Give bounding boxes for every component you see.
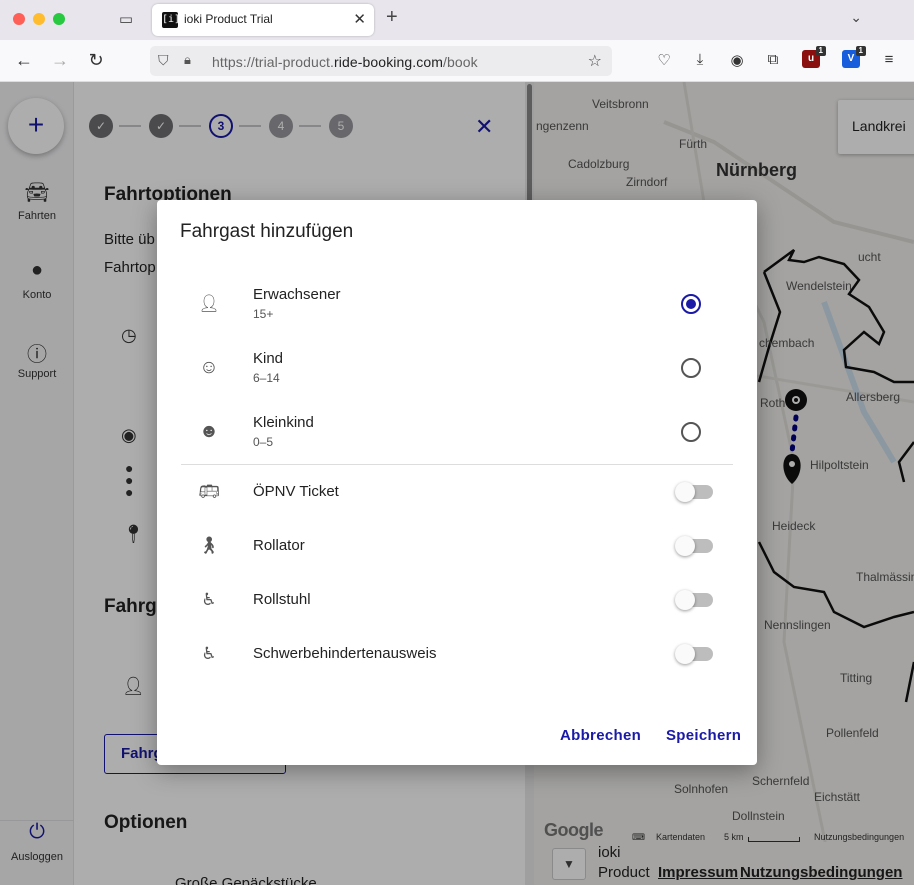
passenger-type-child[interactable]: ☺ Kind 6–14	[181, 340, 733, 396]
minimize-window-button[interactable]	[33, 13, 45, 25]
accessible-card-icon: ♿︎	[201, 644, 217, 663]
option-label: ÖPNV Ticket	[253, 483, 339, 500]
option-rollator[interactable]: 🚶︎ Rollator	[181, 518, 733, 574]
toggle-knob	[675, 482, 695, 502]
forward-arrow-icon[interactable]: →	[49, 50, 71, 71]
option-rollstuhl[interactable]: ♿︎ Rollstuhl	[181, 572, 733, 628]
option-label: Schwerbehindertenausweis	[253, 645, 437, 662]
url-text[interactable]: https://trial-product.ride-booking.com/b…	[212, 54, 478, 70]
wheelchair-icon: ♿︎	[201, 590, 217, 609]
ublock-extension-icon[interactable]: u1	[802, 46, 826, 68]
toggle-knob	[675, 644, 695, 664]
rollstuhl-toggle[interactable]	[675, 590, 713, 610]
passenger-type-label: Kind	[253, 350, 284, 367]
tab-list-chevron-icon[interactable]: ⌄	[850, 9, 862, 26]
pocket-icon[interactable]: ♡	[654, 51, 674, 69]
option-label: Rollstuhl	[253, 591, 311, 608]
child-face-icon: ☺	[199, 357, 219, 378]
oepnv-ticket-toggle[interactable]	[675, 482, 713, 502]
extensions-icon[interactable]: ⧉	[763, 51, 783, 68]
child-radio[interactable]	[681, 358, 701, 378]
zoom-window-button[interactable]	[53, 13, 65, 25]
close-tab-icon[interactable]: ✕	[353, 10, 366, 28]
passenger-type-label: Kleinkind	[253, 414, 314, 431]
dialog-title: Fahrgast hinzufügen	[180, 221, 354, 242]
passenger-type-toddler[interactable]: ☻ Kleinkind 0–5	[181, 404, 733, 460]
option-oepnv-ticket[interactable]: 🚌︎ ÖPNV Ticket	[181, 464, 733, 520]
passenger-age-label: 15+	[253, 307, 274, 321]
adult-radio[interactable]	[681, 294, 701, 314]
rollator-toggle[interactable]	[675, 536, 713, 556]
schwerbehindertenausweis-toggle[interactable]	[675, 644, 713, 664]
passenger-type-label: Erwachsener	[253, 286, 341, 303]
add-passenger-dialog: Fahrgast hinzufügen 👤︎ Erwachsener 15+ ☺…	[157, 200, 757, 765]
save-button[interactable]: Speichern	[666, 727, 741, 744]
toggle-knob	[675, 536, 695, 556]
ticket-icon: 🚌︎	[198, 482, 220, 501]
bitwarden-extension-icon[interactable]: V1	[842, 46, 866, 68]
toggle-knob	[675, 590, 695, 610]
menu-hamburger-icon[interactable]: ≡	[879, 51, 899, 68]
bookmark-star-icon[interactable]: ☆	[588, 51, 602, 71]
browser-tabbar: ▭ [i] ioki Product Trial ✕ + ⌄	[0, 0, 914, 40]
person-icon: 👤︎	[198, 294, 220, 313]
reload-icon[interactable]: ↻	[85, 50, 107, 71]
option-label: Rollator	[253, 537, 305, 554]
back-arrow-icon[interactable]: ←	[13, 50, 35, 71]
cancel-button[interactable]: Abbrechen	[560, 727, 641, 744]
ioki-favicon-icon: [i]	[162, 12, 180, 28]
lock-icon[interactable]: 🔒︎	[184, 52, 191, 68]
account-icon[interactable]: ◉	[727, 51, 747, 69]
passenger-age-label: 0–5	[253, 435, 274, 449]
walker-icon: 🚶︎	[198, 536, 220, 555]
passenger-type-adult[interactable]: 👤︎ Erwachsener 15+	[181, 276, 733, 332]
browser-tab[interactable]: [i] ioki Product Trial ✕	[152, 4, 374, 36]
browser-navbar: ← → ↻ ⛉ 🔒︎ https://trial-product.ride-bo…	[0, 40, 914, 82]
tracking-shield-icon[interactable]: ⛉	[158, 52, 169, 69]
option-schwerbehindertenausweis[interactable]: ♿︎ Schwerbehindertenausweis	[181, 626, 733, 682]
close-window-button[interactable]	[13, 13, 25, 25]
passenger-age-label: 6–14	[253, 371, 280, 385]
toddler-radio[interactable]	[681, 422, 701, 442]
url-bar[interactable]: ⛉ 🔒︎ https://trial-product.ride-booking.…	[150, 46, 612, 76]
downloads-icon[interactable]: ⤓	[690, 51, 710, 68]
baby-face-icon: ☻	[199, 421, 219, 442]
tab-title: ioki Product Trial	[184, 12, 273, 26]
tab-overview-icon[interactable]: ▭	[116, 10, 136, 30]
new-tab-icon[interactable]: +	[386, 6, 398, 29]
